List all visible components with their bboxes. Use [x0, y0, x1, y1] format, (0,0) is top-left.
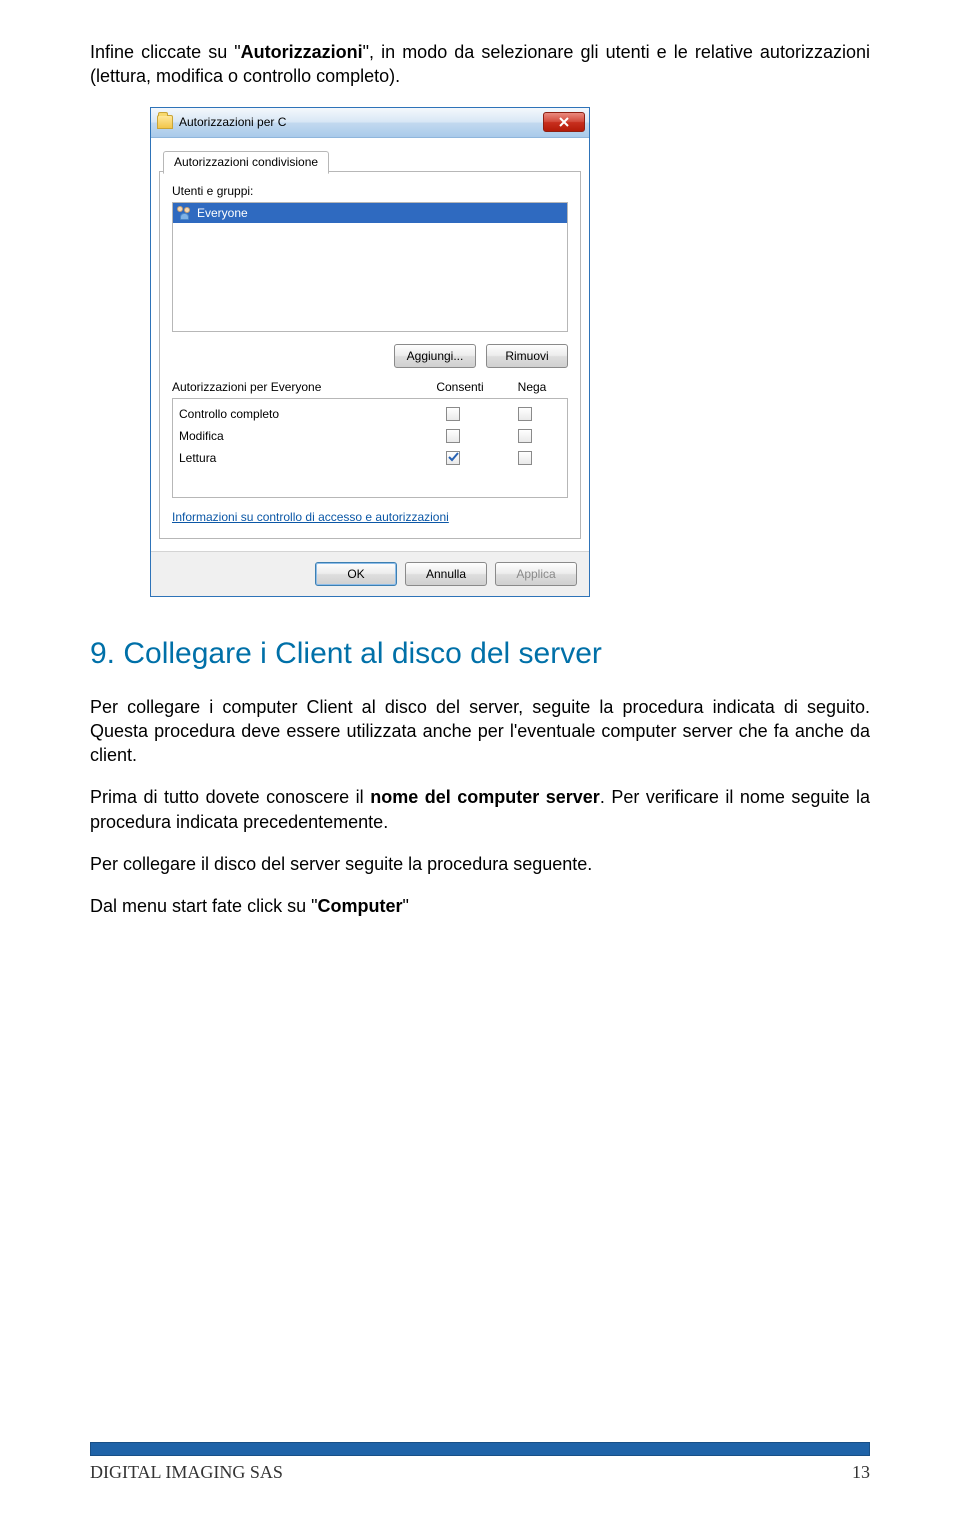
dialog-title: Autorizzazioni per C [179, 115, 286, 129]
perm-row: Controllo completo [179, 403, 561, 425]
tabstrip: Autorizzazioni condivisione [159, 144, 581, 172]
allow-checkbox-read[interactable] [446, 451, 460, 465]
users-listbox[interactable]: Everyone [172, 202, 568, 332]
section-p2: Prima di tutto dovete conoscere il nome … [90, 785, 870, 834]
section-p1: Per collegare i computer Client al disco… [90, 695, 870, 768]
col-deny: Nega [496, 380, 568, 394]
deny-checkbox-modify[interactable] [518, 429, 532, 443]
perm-label: Controllo completo [179, 407, 417, 421]
intro-text-a: Infine cliccate su " [90, 42, 241, 62]
dialog-titlebar[interactable]: Autorizzazioni per C [151, 108, 589, 138]
section-p3: Per collegare il disco del server seguit… [90, 852, 870, 876]
remove-button[interactable]: Rimuovi [486, 344, 568, 368]
deny-checkbox-full[interactable] [518, 407, 532, 421]
perm-label: Lettura [179, 451, 417, 465]
users-icon [177, 206, 193, 220]
cancel-button[interactable]: Annulla [405, 562, 487, 586]
intro-bold: Autorizzazioni [241, 42, 363, 62]
col-allow: Consenti [424, 380, 496, 394]
permissions-for-label: Autorizzazioni per Everyone [172, 380, 424, 394]
page-footer: DIGITAL IMAGING SAS 13 [90, 1442, 870, 1483]
perm-row: Lettura [179, 447, 561, 469]
apply-button[interactable]: Applica [495, 562, 577, 586]
list-item-label: Everyone [197, 206, 248, 220]
footer-left: DIGITAL IMAGING SAS [90, 1462, 283, 1483]
perm-label: Modifica [179, 429, 417, 443]
permissions-list: Controllo completo Modifica Lettura [172, 398, 568, 498]
footer-page-number: 13 [852, 1462, 870, 1483]
allow-checkbox-modify[interactable] [446, 429, 460, 443]
add-button[interactable]: Aggiungi... [394, 344, 476, 368]
footer-accent-bar [90, 1442, 870, 1456]
folder-icon [157, 115, 173, 129]
section-p4: Dal menu start fate click su "Computer" [90, 894, 870, 918]
perm-row: Modifica [179, 425, 561, 447]
intro-paragraph: Infine cliccate su "Autorizzazioni", in … [90, 40, 870, 89]
ok-button[interactable]: OK [315, 562, 397, 586]
info-link[interactable]: Informazioni su controllo di accesso e a… [172, 510, 449, 524]
tab-share-permissions[interactable]: Autorizzazioni condivisione [163, 151, 329, 174]
list-item[interactable]: Everyone [173, 203, 567, 223]
permissions-dialog: Autorizzazioni per C Autorizzazioni cond… [150, 107, 590, 597]
close-button[interactable] [543, 112, 585, 132]
close-icon [559, 117, 569, 127]
allow-checkbox-full[interactable] [446, 407, 460, 421]
deny-checkbox-read[interactable] [518, 451, 532, 465]
section-heading: 9. Collegare i Client al disco del serve… [90, 637, 870, 671]
users-groups-label: Utenti e gruppi: [172, 184, 568, 198]
